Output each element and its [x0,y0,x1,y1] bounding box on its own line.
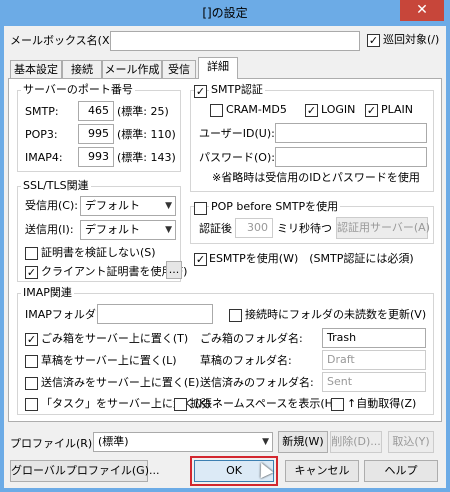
ssl-recv-label: 受信用(C): [25,199,78,212]
userid-input[interactable] [275,123,427,143]
client-cert-checkbox[interactable]: ✓ [25,266,38,279]
profile-select[interactable]: (標準) ▼ [93,432,273,452]
imap-folder-input[interactable] [97,304,213,324]
auto-fetch-checkbox[interactable] [331,398,344,411]
window-frame-bottom [0,488,450,492]
update-unread-checkbox[interactable] [229,309,242,322]
mailbox-name-input[interactable] [110,31,360,51]
tab-details[interactable]: 詳細 [198,57,238,79]
imap4-port-default: (標準: 143) [117,151,176,164]
tab-label: 基本設定 [14,63,58,76]
tab-compose[interactable]: メール作成 [102,60,162,78]
draft-folder-input[interactable]: Draft [322,350,426,370]
smtp-auth-label: SMTP認証 [209,83,265,97]
extended-namespace-checkbox[interactable] [174,398,187,411]
window-title: []の設定 [202,6,248,20]
plain-checkbox[interactable]: ✓ [365,104,378,117]
trash-folder-input[interactable]: Trash [322,328,426,348]
pop3-port-input[interactable]: 995 [78,124,114,144]
chevron-down-icon: ▼ [165,225,172,235]
sent-folder-input[interactable]: Sent [322,372,426,392]
smtp-auth-checkbox[interactable]: ✓ [194,85,207,98]
sent-folder-label: 送信済みのフォルダ名: [200,376,314,389]
ssl-send-label: 送信用(I): [25,223,74,236]
close-button[interactable]: ✕ [400,0,444,21]
ports-group-title: サーバーのポート番号 [21,83,135,97]
global-profile-button[interactable]: グローバルプロファイル(G)... [10,460,160,482]
profile-value: (標準) [98,435,129,448]
ssl-group-title: SSL/TLS関連 [21,179,91,193]
client-cert-browse-button[interactable]: ... [166,261,182,279]
settings-dialog: []の設定 ✕ メールボックス名(X): ✓ 巡回対象(/) 基本設定 接続 メ… [0,0,450,492]
smtp-port-default: (標準: 25) [117,105,169,118]
login-checkbox[interactable]: ✓ [305,104,318,117]
tab-receive[interactable]: 受信 [162,60,196,78]
close-icon: ✕ [416,2,428,18]
verify-cert-checkbox[interactable] [25,247,38,260]
imap4-port-label: IMAP4: [25,151,63,164]
esmtp-label: ESMTPを使用(W) (SMTP認証には必須) [209,252,414,265]
trash-on-server-checkbox[interactable]: ✓ [25,333,38,346]
extended-namespace-label: 拡張ネームスペースを表示(H) [190,397,338,410]
tab-label: 詳細 [207,60,229,73]
update-unread-label: 接続時にフォルダの未読数を更新(V) [245,308,427,321]
chevron-down-icon: ▼ [262,437,269,447]
profile-new-button[interactable]: 新規(W) [278,431,328,453]
window-frame-right [446,26,450,492]
smtp-auth-note: ※省略時は受信用のIDとパスワードを使用 [212,171,420,184]
auto-fetch-label: ↑自動取得(Z) [347,397,417,410]
tab-label: メール作成 [104,63,160,76]
password-input[interactable] [275,147,427,167]
sent-on-server-checkbox[interactable] [25,377,38,390]
chevron-down-icon: ▼ [165,201,172,211]
cram-md5-checkbox[interactable] [210,104,223,117]
mailbox-name-label: メールボックス名(X): [10,34,118,47]
password-label: パスワード(O): [199,151,275,164]
tab-label: 接続 [71,63,93,76]
login-label: LOGIN [321,103,356,116]
help-button[interactable]: ヘルプ [364,460,438,482]
imap-folder-label: IMAPフォルダ: [25,308,100,321]
pop-wait-label: ミリ秒待つ [277,222,332,235]
tab-label: 受信 [168,63,190,76]
draft-on-server-label: 草稿をサーバー上に置く(L) [41,354,177,367]
esmtp-checkbox[interactable]: ✓ [194,253,207,266]
pop3-port-label: POP3: [25,128,58,141]
plain-label: PLAIN [381,103,414,116]
imap4-port-input[interactable]: 993 [78,147,114,167]
title-bar: []の設定 [0,0,450,26]
cram-md5-label: CRAM-MD5 [226,103,287,116]
ssl-send-select[interactable]: デフォルト ▼ [80,220,176,240]
userid-label: ユーザーID(U): [199,127,275,140]
cancel-button[interactable]: キャンセル [285,460,359,482]
pop3-port-default: (標準: 110) [117,128,176,141]
profile-delete-button[interactable]: 削除(D)... [330,431,382,453]
sent-on-server-label: 送信済みをサーバー上に置く(E) [41,376,200,389]
pop-before-smtp-label: POP before SMTPを使用 [209,200,341,214]
verify-cert-label: 証明書を検証しない(S) [41,246,156,259]
ssl-recv-value: デフォルト [85,199,140,212]
window-frame-left [0,26,4,492]
tab-basic[interactable]: 基本設定 [10,60,62,78]
patrol-label: 巡回対象(/) [383,33,440,46]
auth-server-button[interactable]: 認証用サーバー(A) [336,217,430,239]
pop-wait-input[interactable]: 300 [235,218,273,238]
pop-after-label: 認証後 [199,222,232,235]
patrol-checkbox[interactable]: ✓ [367,34,380,47]
tab-connection[interactable]: 接続 [62,60,102,78]
smtp-port-label: SMTP: [25,105,59,118]
draft-folder-label: 草稿のフォルダ名: [200,354,292,367]
trash-folder-label: ごみ箱のフォルダ名: [200,332,303,345]
profile-import-button[interactable]: 取込(Y) [388,431,434,453]
ssl-recv-select[interactable]: デフォルト ▼ [80,196,176,216]
draft-on-server-checkbox[interactable] [25,355,38,368]
pop-before-smtp-checkbox[interactable] [194,202,207,215]
imap-group-title: IMAP関連 [21,286,74,300]
profile-label: プロファイル(R): [10,437,96,450]
task-on-server-checkbox[interactable] [25,398,38,411]
smtp-port-input[interactable]: 465 [78,101,114,121]
ssl-send-value: デフォルト [85,223,140,236]
trash-on-server-label: ごみ箱をサーバー上に置く(T) [41,332,189,345]
